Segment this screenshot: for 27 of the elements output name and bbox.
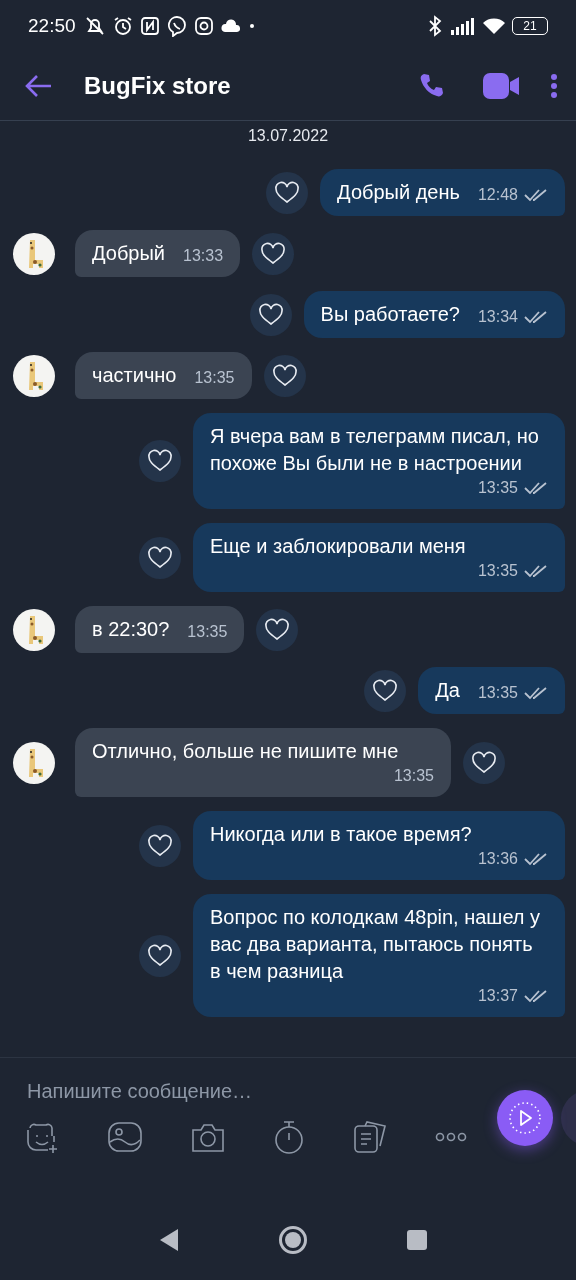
chat-title: BugFix store — [84, 72, 232, 100]
message-text: Добрый — [92, 241, 166, 266]
message-time: 13:37 — [477, 986, 518, 1006]
message-time: 12:48 — [477, 185, 518, 205]
message-text: Никогда или в такое время? — [210, 822, 473, 847]
date-label: 13.07.2022 — [247, 127, 329, 145]
message-text: Вы работаете? — [320, 302, 460, 327]
message-time: 13:35 — [187, 622, 228, 642]
battery-level: 21 — [512, 17, 548, 35]
clock-time: 22:50 — [28, 15, 76, 37]
message-time: 13:36 — [477, 849, 518, 869]
message-time: 13:35 — [477, 561, 518, 581]
message-text: Добрый день — [337, 180, 460, 205]
message-text: Я вчера вам в телеграмм писал, но похоже Вы были не в настроении — [210, 424, 540, 476]
message-time: 13:35 — [194, 368, 235, 388]
message-time: 13:34 — [477, 307, 518, 327]
message-text: Вопрос по колодкам 48pin, нашел у вас два варианта, пытаюсь понять в чем разница — [210, 905, 542, 984]
message-time: 13:35 — [477, 478, 518, 498]
message-text: частично — [92, 363, 177, 388]
message-time: 13:35 — [393, 766, 434, 786]
message-text: в 22:30? — [92, 617, 170, 642]
message-time: 13:35 — [477, 683, 518, 703]
message-time: 13:33 — [183, 246, 224, 266]
message-input[interactable]: Напишите сообщение… — [27, 1076, 467, 1106]
message-text: Да — [435, 678, 460, 703]
message-text: Еще и заблокировали меня — [210, 534, 467, 559]
message-text: Отлично, больше не пишите мне — [92, 739, 400, 764]
